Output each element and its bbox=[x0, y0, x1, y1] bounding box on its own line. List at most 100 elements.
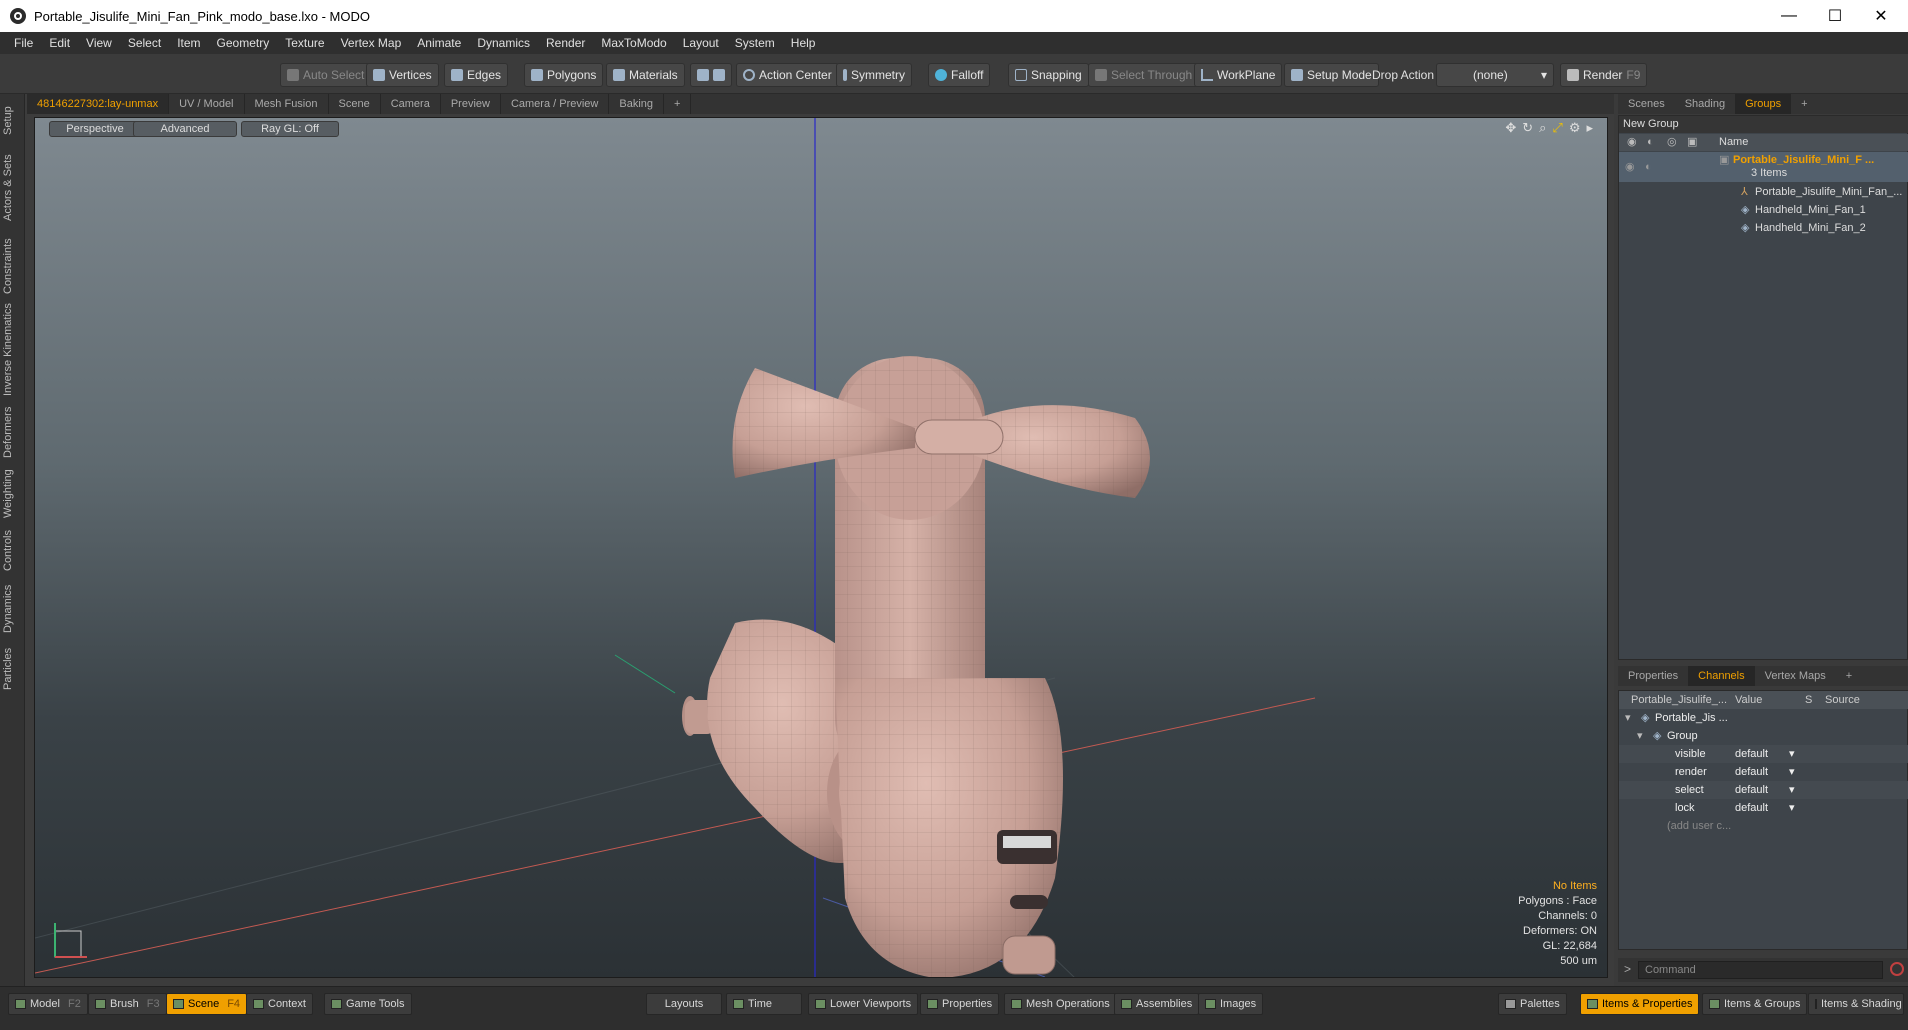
expand-triangle-icon[interactable]: ▾ bbox=[1637, 727, 1643, 745]
add-user-channel-row[interactable]: (add user c... bbox=[1619, 817, 1908, 835]
menu-select[interactable]: Select bbox=[120, 36, 169, 50]
menu-edit[interactable]: Edit bbox=[41, 36, 78, 50]
record-icon[interactable] bbox=[1890, 962, 1904, 976]
new-group-button[interactable]: New Group bbox=[1619, 116, 1908, 133]
channel-value-select[interactable]: default bbox=[1735, 763, 1768, 781]
scene-layout-button[interactable]: Scene F4 bbox=[166, 993, 248, 1015]
polygons-button[interactable]: Polygons bbox=[524, 63, 604, 87]
channel-row[interactable]: render default ▾ bbox=[1619, 763, 1908, 781]
group-child-row[interactable]: ◈ Handheld_Mini_Fan_1 bbox=[1619, 202, 1908, 219]
menu-maxtomodo[interactable]: MaxToModo bbox=[593, 36, 674, 50]
tab-dynamics[interactable]: Dynamics bbox=[2, 580, 22, 638]
menu-view[interactable]: View bbox=[78, 36, 120, 50]
context-layout-button[interactable]: Context bbox=[246, 993, 313, 1015]
menu-animate[interactable]: Animate bbox=[409, 36, 469, 50]
channel-value-select[interactable]: default bbox=[1735, 781, 1768, 799]
group-root-row[interactable]: ◉ ◐ ▣ Portable_Jisulife_Mini_F ... 3 Ite… bbox=[1619, 152, 1908, 182]
items-shading-button[interactable]: Items & Shading bbox=[1808, 993, 1904, 1015]
menu-help[interactable]: Help bbox=[783, 36, 824, 50]
tab-lay-unmax[interactable]: 48146227302:lay-unmax bbox=[27, 94, 170, 114]
channel-group-row[interactable]: ▾ ◈ Group bbox=[1619, 727, 1908, 745]
chevron-down-icon[interactable]: ▾ bbox=[1789, 781, 1795, 799]
chevron-down-icon[interactable]: ▾ bbox=[1789, 799, 1795, 817]
palettes-button[interactable]: Palettes bbox=[1498, 993, 1567, 1015]
model-layout-button[interactable]: Model F2 bbox=[8, 993, 88, 1015]
tab-scenes[interactable]: Scenes bbox=[1618, 94, 1675, 114]
tab-deformers[interactable]: Deformers bbox=[2, 402, 22, 462]
lower-viewports-button[interactable]: Lower Viewports bbox=[808, 993, 919, 1015]
falloff-button[interactable]: Falloff bbox=[928, 63, 991, 87]
tab-setup[interactable]: Setup bbox=[2, 100, 22, 142]
game-tools-layout-button[interactable]: Game Tools bbox=[324, 993, 412, 1015]
symmetry-button[interactable]: Symmetry bbox=[836, 63, 912, 87]
tab-weighting[interactable]: Weighting bbox=[2, 466, 22, 522]
channel-row[interactable]: visible default ▾ bbox=[1619, 745, 1908, 763]
channel-item-row[interactable]: ▾ ◈ Portable_Jis ... bbox=[1619, 709, 1908, 727]
tab-preview[interactable]: Preview bbox=[441, 94, 501, 114]
channel-row[interactable]: lock default ▾ bbox=[1619, 799, 1908, 817]
properties-button[interactable]: Properties bbox=[920, 993, 1000, 1015]
menu-layout[interactable]: Layout bbox=[675, 36, 727, 50]
workplane-button[interactable]: WorkPlane bbox=[1194, 63, 1283, 87]
menu-dynamics[interactable]: Dynamics bbox=[469, 36, 538, 50]
row-render-icon[interactable]: ◐ bbox=[1645, 159, 1652, 176]
group-child-row[interactable]: ⅄ Portable_Jisulife_Mini_Fan_... bbox=[1619, 184, 1908, 201]
menu-item[interactable]: Item bbox=[169, 36, 208, 50]
expand-triangle-icon[interactable]: ▾ bbox=[1625, 709, 1631, 727]
items-properties-button[interactable]: Items & Properties bbox=[1580, 993, 1700, 1015]
action-center-button[interactable]: Action Center bbox=[736, 63, 839, 87]
menu-geometry[interactable]: Geometry bbox=[209, 36, 278, 50]
group-child-row[interactable]: ◈ Handheld_Mini_Fan_2 bbox=[1619, 220, 1908, 237]
layouts-button[interactable]: Layouts bbox=[646, 993, 722, 1015]
setup-mode-button[interactable]: Setup Mode bbox=[1284, 63, 1379, 87]
auto-select-button[interactable]: Auto Select bbox=[280, 63, 372, 87]
row-eye-icon[interactable]: ◉ bbox=[1625, 159, 1635, 176]
tab-camera-preview[interactable]: Camera / Preview bbox=[501, 94, 610, 114]
tab-constraints[interactable]: Constraints bbox=[2, 234, 22, 298]
3d-viewport[interactable]: Perspective Advanced Ray GL: Off ✥ ↻ ⌕ ⤢… bbox=[34, 117, 1608, 978]
vertices-button[interactable]: Vertices bbox=[366, 63, 439, 87]
chevron-down-icon[interactable]: ▾ bbox=[1789, 763, 1795, 781]
tab-uv-model[interactable]: UV / Model bbox=[169, 94, 245, 114]
tab-baking[interactable]: Baking bbox=[609, 94, 665, 114]
menu-texture[interactable]: Texture bbox=[277, 36, 332, 50]
channel-value-select[interactable]: default bbox=[1735, 745, 1768, 763]
time-button[interactable]: Time bbox=[726, 993, 802, 1015]
select-through-button[interactable]: Select Through bbox=[1088, 63, 1200, 87]
close-button[interactable]: ✕ bbox=[1858, 0, 1904, 32]
tab-properties[interactable]: Properties bbox=[1618, 666, 1688, 686]
tab-mesh-fusion[interactable]: Mesh Fusion bbox=[245, 94, 329, 114]
tab-scene[interactable]: Scene bbox=[329, 94, 381, 114]
channel-row[interactable]: select default ▾ bbox=[1619, 781, 1908, 799]
menu-render[interactable]: Render bbox=[538, 36, 593, 50]
tab-shading[interactable]: Shading bbox=[1675, 94, 1735, 114]
channel-value-select[interactable]: default bbox=[1735, 799, 1768, 817]
tab-camera[interactable]: Camera bbox=[381, 94, 441, 114]
add-tab-button[interactable]: + bbox=[664, 94, 692, 114]
images-button[interactable]: Images bbox=[1198, 993, 1264, 1015]
mesh-operations-button[interactable]: Mesh Operations bbox=[1004, 993, 1117, 1015]
edges-button[interactable]: Edges bbox=[444, 63, 509, 87]
tab-vertex-maps[interactable]: Vertex Maps bbox=[1755, 666, 1836, 686]
menu-file[interactable]: File bbox=[6, 36, 41, 50]
snap-shield-buttons[interactable] bbox=[690, 63, 732, 87]
assemblies-button[interactable]: Assemblies bbox=[1114, 993, 1200, 1015]
tab-controls[interactable]: Controls bbox=[2, 526, 22, 576]
items-groups-button[interactable]: Items & Groups bbox=[1702, 993, 1808, 1015]
tab-particles[interactable]: Particles bbox=[2, 642, 22, 696]
tab-groups[interactable]: Groups bbox=[1735, 94, 1792, 114]
materials-button[interactable]: Materials bbox=[606, 63, 685, 87]
command-input[interactable]: Command bbox=[1638, 961, 1883, 979]
drop-action-select[interactable]: (none) ▾ bbox=[1436, 63, 1554, 87]
brush-layout-button[interactable]: Brush F3 bbox=[88, 993, 167, 1015]
render-button[interactable]: Render F9 bbox=[1560, 63, 1648, 87]
add-props-tab-button[interactable]: + bbox=[1836, 666, 1862, 686]
tab-actors-sets[interactable]: Actors & Sets bbox=[2, 146, 22, 230]
tab-inverse-kinematics[interactable]: Inverse Kinematics bbox=[2, 302, 22, 398]
menu-system[interactable]: System bbox=[727, 36, 783, 50]
menu-vertex-map[interactable]: Vertex Map bbox=[333, 36, 410, 50]
tab-channels[interactable]: Channels bbox=[1688, 666, 1755, 686]
fan-model[interactable] bbox=[682, 356, 1150, 977]
maximize-button[interactable]: ☐ bbox=[1812, 0, 1858, 32]
add-panel-tab-button[interactable]: + bbox=[1791, 94, 1817, 114]
